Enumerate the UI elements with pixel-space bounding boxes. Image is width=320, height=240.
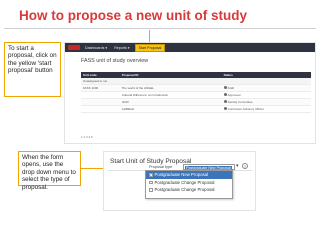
dropdown-option[interactable]: Postgraduate Change Proposal xyxy=(146,186,232,194)
title-divider xyxy=(4,28,316,29)
proposal-type-dropdown: ✓ Postgraduate New Proposal Postgraduate… xyxy=(145,170,233,199)
unit-name[interactable]: HUM xyxy=(119,98,222,106)
chevron-down-icon[interactable]: ▾ xyxy=(236,163,239,169)
table-row[interactable]: Cultural Difference: An Introduction App… xyxy=(81,91,311,99)
unit-status: Curriculum Advisory Officer xyxy=(221,105,311,113)
unit-code[interactable] xyxy=(81,98,120,106)
start-proposal-button[interactable]: Start Proposal xyxy=(134,43,166,52)
unit-status: Approved xyxy=(221,91,311,99)
app-topbar: Dashboards ▾ Reports ▾ Start Proposal xyxy=(65,43,315,52)
option-checkbox-icon xyxy=(149,180,153,184)
unit-code[interactable] xyxy=(81,105,120,113)
unit-name[interactable]: AHBRAH xyxy=(119,105,222,113)
table-row[interactable]: HUM Faculty Committee xyxy=(81,98,311,106)
help-icon[interactable]: ? xyxy=(242,163,248,169)
option-checkbox-icon: ✓ xyxy=(149,172,153,177)
unit-name[interactable]: The world of the ANGEL xyxy=(119,84,222,92)
nav-reports[interactable]: Reports ▾ xyxy=(112,46,131,50)
status-icon xyxy=(223,93,227,97)
unit-code[interactable] xyxy=(81,91,120,99)
callout-connector-start xyxy=(149,30,150,42)
status-icon xyxy=(223,86,227,90)
unit-status: Faculty Committee xyxy=(221,98,311,106)
instruction-callout-start: To start a proposal, click on the yellow… xyxy=(4,42,61,97)
university-logo xyxy=(68,45,80,50)
unit-status: Draft xyxy=(221,84,311,92)
pagination[interactable]: 1 2 3 4 5 xyxy=(81,135,93,139)
table-row[interactable]: FASS 1000 The world of the ANGEL Draft xyxy=(81,84,311,92)
dropdown-option[interactable]: Postgraduate Change Proposal xyxy=(146,179,232,187)
unit-code[interactable]: FASS 1000 xyxy=(81,84,120,92)
dropdown-option[interactable]: ✓ Postgraduate New Proposal xyxy=(146,171,232,179)
page-title: FASS unit of study overview xyxy=(81,58,149,64)
option-checkbox-icon xyxy=(149,188,153,192)
units-table: Unit code Proposal ID Status Unassigned … xyxy=(81,72,311,113)
screenshot-unit-overview: Dashboards ▾ Reports ▾ Start Proposal FA… xyxy=(64,42,316,144)
proposal-type-label: Proposal type xyxy=(149,165,173,169)
slide-title: How to propose a new unit of study xyxy=(19,8,247,23)
status-icon xyxy=(223,100,227,104)
status-icon xyxy=(223,107,227,111)
unit-name[interactable]: Cultural Difference: An Introduction xyxy=(119,91,222,99)
table-row[interactable]: AHBRAH Curriculum Advisory Officer xyxy=(81,105,311,113)
nav-dashboards[interactable]: Dashboards ▾ xyxy=(83,46,109,50)
instruction-callout-dropdown: When the form opens, use the drop down m… xyxy=(18,151,81,191)
